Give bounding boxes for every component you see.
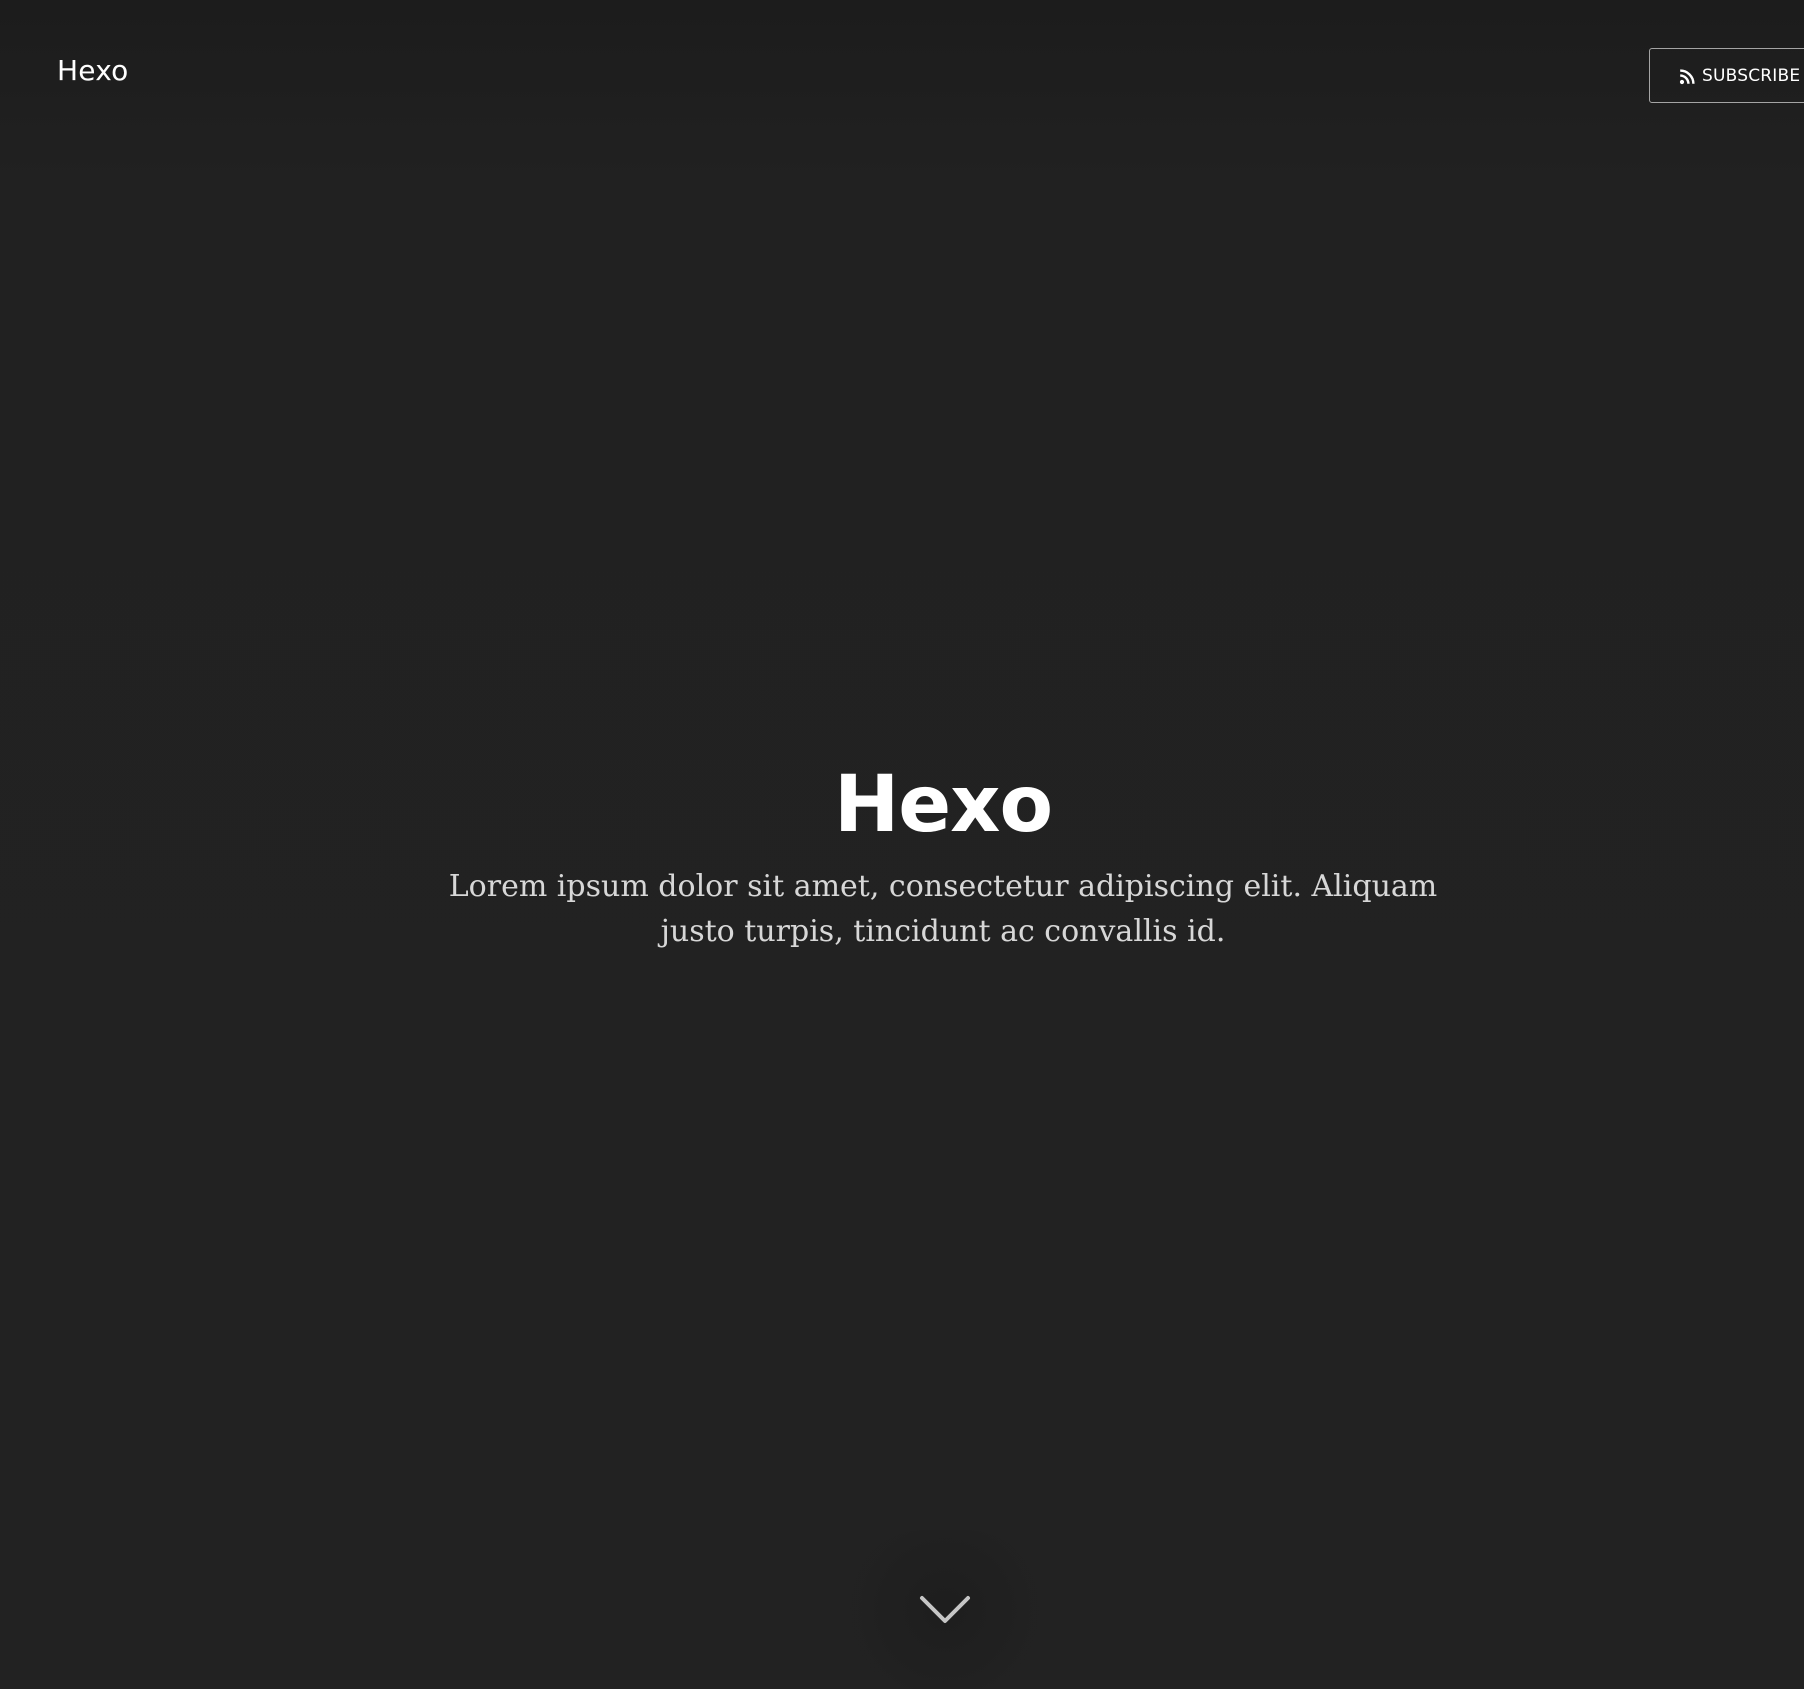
page-description: Lorem ipsum dolor sit amet, consectetur … [448,869,1438,949]
chevron-down-icon [919,1594,971,1626]
site-nav: Hexo SUBSCRIBE [0,0,1804,150]
page: Hexo SUBSCRIBE Hexo Lorem ipsum dolor si… [0,0,1804,1689]
subscribe-label: SUBSCRIBE [1702,65,1801,86]
subscribe-button[interactable]: SUBSCRIBE [1649,48,1804,103]
blog-logo[interactable]: Hexo [57,54,128,87]
rss-icon [1679,68,1695,85]
page-title: Hexo [833,760,1053,850]
hero: Hexo Lorem ipsum dolor sit amet, consect… [0,750,1804,954]
scroll-down-button[interactable] [845,1530,1045,1689]
